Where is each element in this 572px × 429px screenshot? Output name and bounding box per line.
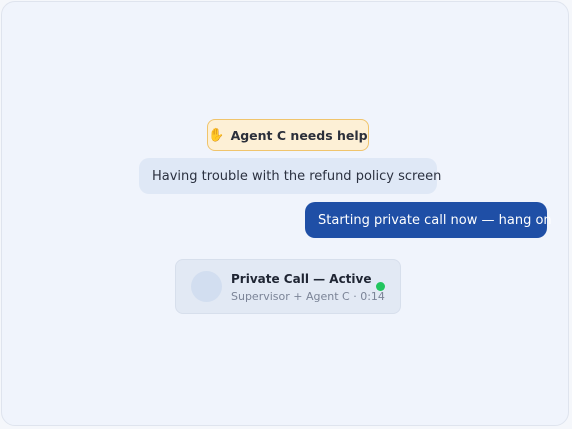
help-request-label: Agent C needs help xyxy=(230,127,368,143)
incoming-message-text: Having trouble with the refund policy sc… xyxy=(152,168,442,184)
raised-hand-icon: ✋ xyxy=(208,127,225,143)
incoming-message: Having trouble with the refund policy sc… xyxy=(139,158,441,194)
private-call-card[interactable]: Private Call — Active Supervisor + Agent… xyxy=(175,259,401,314)
outgoing-message: Starting private call now — hang on xyxy=(305,202,552,238)
active-status-dot-icon xyxy=(376,282,385,291)
avatar xyxy=(191,271,222,302)
help-request-badge[interactable]: ✋ Agent C needs help xyxy=(207,119,369,151)
outgoing-message-text: Starting private call now — hang on xyxy=(318,212,552,228)
call-subtitle: Supervisor + Agent C · 0:14 xyxy=(231,290,385,303)
conversation-panel: ✋ Agent C needs help Having trouble with… xyxy=(1,1,569,426)
call-title: Private Call — Active xyxy=(231,272,372,286)
